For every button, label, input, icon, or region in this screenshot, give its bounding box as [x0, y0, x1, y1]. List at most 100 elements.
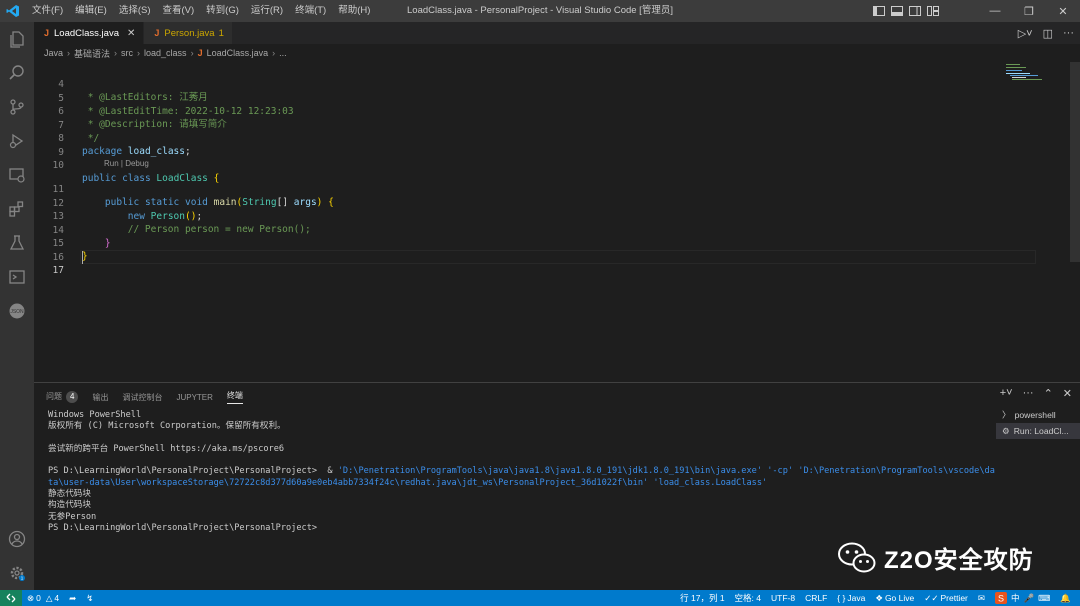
warning-icon: △: [45, 592, 53, 603]
code-editor[interactable]: 4 * @LastEditors: 江莠月 5 * @LastEditTime:…: [34, 62, 1080, 382]
problems-count-badge: 4: [66, 391, 79, 403]
tab-problems[interactable]: 问题 4: [46, 391, 79, 403]
customize-layout-icon[interactable]: [926, 4, 940, 18]
terminal-output[interactable]: Windows PowerShell 版权所有 (C) Microsoft Co…: [48, 410, 996, 534]
remote-explorer-icon[interactable]: [0, 158, 34, 192]
menu-go[interactable]: 转到(G): [200, 0, 245, 22]
breadcrumb-item[interactable]: Java: [44, 48, 63, 58]
indentation[interactable]: 空格: 4: [730, 592, 766, 604]
new-terminal-icon[interactable]: +˅: [1000, 387, 1013, 400]
testing-icon[interactable]: [0, 226, 34, 260]
code-line: 13 // Person person = new Person();: [34, 197, 311, 235]
manage-gear-icon[interactable]: 1: [0, 556, 34, 590]
lightning-icon[interactable]: ↯: [81, 593, 98, 604]
text-cursor: [82, 251, 83, 264]
tab-person-java[interactable]: J Person.java 1: [144, 22, 233, 44]
error-count: 0: [36, 593, 41, 603]
editor-scrollbar[interactable]: [1070, 62, 1080, 382]
maximize-panel-icon[interactable]: ⌃: [1044, 387, 1053, 400]
remote-indicator-icon[interactable]: [0, 590, 22, 606]
breadcrumb-item[interactable]: ...: [279, 48, 287, 58]
explorer-icon[interactable]: [0, 22, 34, 56]
tab-label: LoadClass.java: [54, 27, 119, 39]
terminal-prompt: PS D:\LearningWorld\PersonalProject\Pers…: [48, 522, 318, 533]
problems-status[interactable]: ⊗ 0 △ 4: [22, 593, 64, 604]
terminal-line: Windows PowerShell: [48, 410, 142, 420]
terminal-item-label: powershell: [1014, 410, 1056, 420]
chevron-right-icon: ›: [137, 48, 141, 58]
menu-run[interactable]: 运行(R): [245, 0, 289, 22]
double-check-icon: ✓✓: [924, 592, 939, 603]
breadcrumb-item[interactable]: load_class: [144, 48, 187, 58]
split-editor-icon[interactable]: ◫: [1043, 27, 1053, 40]
code-line: 10 public class LoadClass {: [34, 146, 220, 184]
code-line: 15 }: [34, 224, 88, 262]
json-extension-icon[interactable]: JSON: [0, 294, 34, 328]
notifications-bell-icon[interactable]: 🔔: [1055, 593, 1076, 604]
tab-debug-console[interactable]: 调试控制台: [122, 392, 162, 403]
menu-terminal[interactable]: 终端(T): [289, 0, 332, 22]
extensions-icon[interactable]: [0, 192, 34, 226]
language-mode[interactable]: { } Java: [832, 593, 870, 603]
braces-icon: { }: [837, 593, 846, 603]
run-debug-icon[interactable]: [0, 124, 34, 158]
line-content: }: [82, 237, 111, 249]
tab-terminal[interactable]: 终端: [226, 390, 243, 404]
tab-jupyter[interactable]: JUPYTER: [176, 393, 212, 402]
menu-edit[interactable]: 编辑(E): [69, 0, 113, 22]
activity-bar: JSON 1: [0, 22, 34, 590]
toggle-panel-icon[interactable]: [890, 4, 904, 18]
more-actions-icon[interactable]: ···: [1063, 27, 1074, 39]
line-ending[interactable]: CRLF: [800, 593, 832, 603]
window-controls: — ❐ ✕: [978, 0, 1080, 22]
minimap[interactable]: [1004, 62, 1064, 92]
cursor-position[interactable]: 行 17，列 1: [675, 592, 729, 604]
codelens-run-debug[interactable]: Run | Debug: [104, 159, 149, 168]
terminal-view-icon[interactable]: [0, 260, 34, 294]
scrollbar-thumb[interactable]: [1070, 62, 1080, 262]
status-bar-right: 行 17，列 1 空格: 4 UTF-8 CRLF { } Java ❖ Go Li…: [675, 590, 1076, 606]
menu-file[interactable]: 文件(F): [26, 0, 69, 22]
language-label: Java: [847, 593, 866, 603]
search-icon[interactable]: [0, 56, 34, 90]
prettier-status[interactable]: ✓✓ Prettier: [919, 593, 973, 604]
minimize-icon[interactable]: —: [978, 0, 1012, 22]
terminal-line: 静态代码块: [48, 489, 91, 500]
close-tab-icon[interactable]: ✕: [127, 28, 135, 39]
java-file-icon: J: [44, 28, 50, 38]
terminal-item-run[interactable]: ⚙ Run: LoadCl...: [996, 423, 1080, 439]
encoding[interactable]: UTF-8: [766, 593, 800, 603]
menu-view[interactable]: 查看(V): [156, 0, 200, 22]
breadcrumb-item[interactable]: LoadClass.java: [207, 48, 269, 58]
tab-label: 问题: [46, 392, 62, 401]
close-panel-icon[interactable]: ✕: [1063, 387, 1072, 400]
source-control-icon[interactable]: [0, 90, 34, 124]
code-line: 6 * @Description: 请填写简介: [34, 92, 226, 130]
editor-actions: ▷˅ ◫ ···: [1018, 22, 1074, 44]
tab-output[interactable]: 输出: [92, 392, 108, 403]
run-java-icon[interactable]: ▷˅: [1018, 27, 1033, 40]
toggle-secondary-sidebar-icon[interactable]: [908, 4, 922, 18]
status-bar: ⊗ 0 △ 4 ➦ ↯ 行 17，列 1 空格: 4 UTF-8 CRLF { …: [0, 590, 1080, 606]
menu-selection[interactable]: 选择(S): [113, 0, 157, 22]
terminal-command-line: PS D:\LearningWorld\PersonalProject\Pers…: [48, 466, 995, 488]
toggle-sidebar-icon[interactable]: [872, 4, 886, 18]
accounts-icon[interactable]: [0, 522, 34, 556]
error-icon: ⊗: [27, 592, 35, 603]
breadcrumb-item[interactable]: 基础语法: [74, 47, 110, 60]
java-file-icon: J: [154, 28, 160, 38]
live-share-icon[interactable]: ➦: [64, 593, 81, 604]
menu-help[interactable]: 帮助(H): [332, 0, 376, 22]
breadcrumb-item[interactable]: src: [121, 48, 133, 58]
maximize-icon[interactable]: ❐: [1012, 0, 1046, 22]
close-window-icon[interactable]: ✕: [1046, 0, 1080, 22]
problem-count-badge: 1: [218, 27, 224, 39]
terminal-item-powershell[interactable]: 〉 powershell: [996, 407, 1080, 423]
go-live-button[interactable]: ❖ Go Live: [870, 593, 919, 604]
more-actions-icon[interactable]: ···: [1023, 387, 1034, 400]
svg-text:S: S: [998, 594, 1004, 604]
feedback-icon[interactable]: ✉: [973, 593, 990, 604]
code-line: 14 }: [34, 211, 111, 249]
tab-loadclass-java[interactable]: J LoadClass.java ✕: [34, 22, 145, 44]
line-number: 17: [52, 265, 64, 276]
